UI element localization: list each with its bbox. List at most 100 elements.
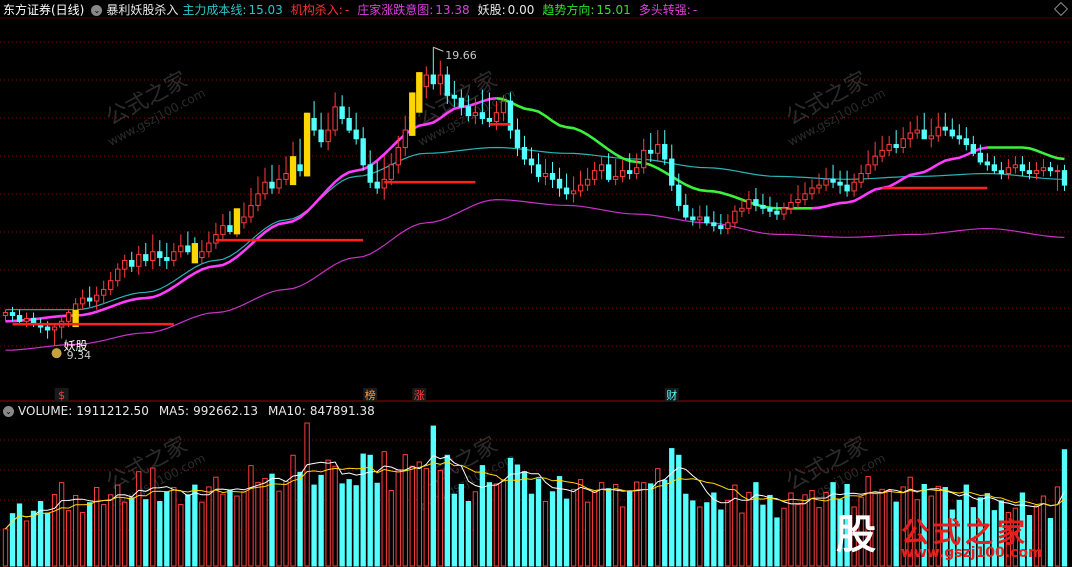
candle-body xyxy=(493,112,500,122)
candle-body xyxy=(185,245,191,253)
candle-body xyxy=(1019,164,1026,172)
volume-bar xyxy=(325,459,331,567)
indicator-item: 庄家涨跌意图: 13.38 xyxy=(357,0,469,20)
candle xyxy=(935,112,941,142)
candle xyxy=(774,202,780,220)
candle xyxy=(570,176,577,203)
volume-bar xyxy=(627,491,633,567)
candle-body xyxy=(444,74,451,96)
candle-body xyxy=(970,144,976,154)
volume-bar xyxy=(129,497,135,567)
event-marker-label: 涨 xyxy=(414,389,425,402)
candle xyxy=(115,263,121,287)
collapse-icon[interactable]: ⌄ xyxy=(3,405,14,417)
candle-body xyxy=(1061,170,1068,186)
candle-body xyxy=(963,138,969,146)
volume-bar xyxy=(648,483,654,567)
candle-body xyxy=(241,216,247,224)
volume-bar xyxy=(227,489,233,567)
volume-bar xyxy=(774,517,780,567)
candle xyxy=(549,161,556,189)
candle xyxy=(297,138,303,177)
signal-bar xyxy=(303,112,311,177)
candle-body xyxy=(318,129,324,143)
collapse-icon[interactable]: ⌄ xyxy=(91,4,103,16)
candle-body xyxy=(220,225,226,235)
candle xyxy=(157,240,163,267)
candle-body xyxy=(627,170,633,175)
candle-body xyxy=(465,106,472,117)
candle xyxy=(858,164,864,189)
candle-body xyxy=(311,117,317,131)
volume-bar xyxy=(479,465,486,567)
candle xyxy=(837,170,843,194)
candle xyxy=(577,170,584,197)
candle-body xyxy=(108,280,114,290)
candle xyxy=(711,211,717,232)
candle xyxy=(802,182,808,206)
candle xyxy=(830,164,836,189)
volume-label: VOLUME: xyxy=(18,404,73,418)
candle-body xyxy=(500,100,507,114)
candle xyxy=(584,167,591,191)
candle-body xyxy=(956,135,962,140)
volume-bar xyxy=(192,484,198,567)
volume-bar xyxy=(676,454,682,567)
candle xyxy=(185,231,191,255)
candle-body xyxy=(479,112,486,119)
candle xyxy=(942,112,948,136)
volume-bar xyxy=(781,507,787,567)
candle xyxy=(374,161,380,194)
candle-body xyxy=(837,181,843,186)
candle xyxy=(353,112,359,145)
event-marker-label: 榜 xyxy=(365,388,376,402)
signal-label: 妖股 xyxy=(64,339,88,353)
candle-body xyxy=(662,144,668,160)
candle-body xyxy=(697,216,703,221)
volume-bar xyxy=(591,491,598,567)
candle-body xyxy=(374,181,380,189)
indicator-item-value: 0.00 xyxy=(507,3,535,17)
candle-body xyxy=(739,207,745,212)
candle xyxy=(150,234,156,270)
ma10-value: 847891.38 xyxy=(309,404,375,418)
site-logo: 股 公式之家 www.gszj100.com xyxy=(823,509,1058,561)
candle xyxy=(591,161,598,186)
volume-bar xyxy=(262,477,268,567)
price-header: 东方证券(日线) ⌄ 暴利妖股杀入 主力成本线: 15.03 机构杀入: - 庄家涨跌意… xyxy=(0,0,697,20)
candle xyxy=(136,245,142,275)
volume-bar xyxy=(711,492,717,567)
candle-body xyxy=(472,112,479,117)
candle xyxy=(213,222,219,249)
indicator-item-value: - xyxy=(692,3,698,17)
stock-title[interactable]: 东方证券(日线) xyxy=(3,0,84,20)
volume-bar xyxy=(44,512,51,567)
candle xyxy=(781,202,787,220)
volume-bar xyxy=(79,511,86,567)
candle-body xyxy=(584,178,591,186)
candle xyxy=(360,127,366,171)
candle xyxy=(318,112,324,148)
candle-body xyxy=(683,204,689,218)
volume-value: 1911212.50 xyxy=(76,404,149,418)
candle-body xyxy=(269,181,275,189)
volume-bar xyxy=(542,501,549,567)
candle xyxy=(283,156,289,186)
candle-body xyxy=(795,199,801,204)
signal-bar xyxy=(289,156,297,186)
candle xyxy=(662,130,668,165)
candle xyxy=(86,286,93,307)
volume-bar xyxy=(795,504,801,567)
candle-body xyxy=(507,100,514,131)
candle xyxy=(1040,159,1047,177)
candle-body xyxy=(991,164,998,172)
logo-url: www.gszj100.com xyxy=(901,545,1043,561)
candle xyxy=(956,124,962,145)
candle xyxy=(690,208,696,226)
indicator-item-label: 主力成本线: xyxy=(182,3,247,17)
volume-bar xyxy=(276,490,282,567)
candle-body xyxy=(563,187,570,195)
indicator-name[interactable]: 暴利妖股杀入 xyxy=(106,0,178,20)
candle xyxy=(9,306,16,322)
volume-bar xyxy=(206,486,212,567)
